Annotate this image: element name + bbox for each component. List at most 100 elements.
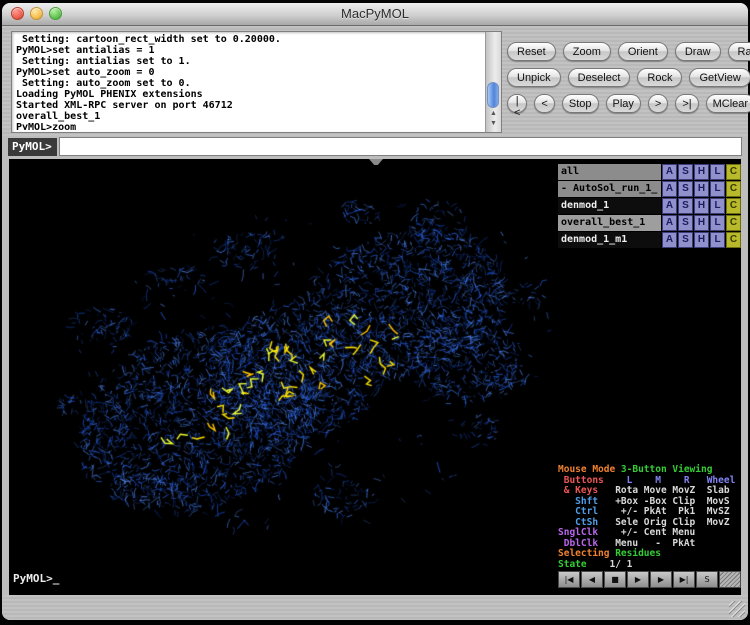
object-name[interactable]: denmod_1_m1 (558, 232, 661, 248)
console-line: Loading PyMOL PHENIX extensions (16, 89, 483, 100)
object-button-c[interactable]: C (726, 232, 741, 248)
close-button[interactable] (11, 7, 24, 20)
movie-rewind-button[interactable]: |◀ (558, 571, 580, 588)
title-bar[interactable]: MacPyMOL (2, 3, 748, 26)
window-title: MacPyMOL (2, 3, 748, 25)
toolbar-button-btn[interactable]: >| (675, 94, 698, 113)
console-scrollbar[interactable]: ▲▼ (485, 32, 501, 132)
mouse-panel-text: Residues (615, 548, 661, 559)
object-button-s[interactable]: S (678, 198, 693, 214)
toolbar-button-play[interactable]: Play (606, 94, 641, 113)
object-name[interactable]: overall_best_1 (558, 215, 661, 231)
object-button-h[interactable]: H (694, 215, 709, 231)
mouse-panel-text: Menu - PkAt (604, 538, 696, 549)
command-input[interactable] (59, 137, 742, 156)
object-row: denmod_1_m1ASHLC (558, 232, 741, 248)
toolbar-button-btn[interactable]: |< (507, 94, 527, 113)
console-line: PyMOL>set auto_zoom = 0 (16, 67, 483, 78)
mouse-panel-text: Sele Orig Clip MovZ (604, 517, 730, 528)
macpymol-window: MacPyMOL Setting: cartoon_rect_width set… (2, 3, 748, 620)
mouse-panel-text: +Box -Box Clip MovS (604, 496, 730, 507)
mouse-panel-text: Selecting (558, 548, 615, 559)
toolbar-button-rock[interactable]: Rock (637, 68, 682, 87)
object-row: - AutoSol_run_1_ASHLC (558, 181, 741, 197)
object-button-l[interactable]: L (710, 164, 725, 180)
object-button-a[interactable]: A (662, 181, 677, 197)
object-button-s[interactable]: S (678, 232, 693, 248)
log-console[interactable]: Setting: cartoon_rect_width set to 0.200… (11, 31, 502, 133)
object-button-a[interactable]: A (662, 198, 677, 214)
toolbar-button-reset[interactable]: Reset (507, 42, 556, 61)
mouse-panel-text: Shft (558, 496, 604, 507)
object-button-a[interactable]: A (662, 215, 677, 231)
resize-grip-icon[interactable] (729, 601, 745, 617)
object-name[interactable]: - AutoSol_run_1_ (558, 181, 661, 197)
toolbar-button-btn[interactable]: > (648, 94, 668, 113)
object-button-s[interactable]: S (678, 215, 693, 231)
object-button-h[interactable]: H (694, 198, 709, 214)
toolbar-button-getview[interactable]: GetView (689, 68, 750, 87)
mouse-panel-text: L M R Wheel (609, 475, 735, 486)
toolbar-button-draw[interactable]: Draw (675, 42, 721, 61)
mouse-panel-text: CtSh (558, 517, 604, 528)
object-button-l[interactable]: L (710, 215, 725, 231)
object-name[interactable]: denmod_1 (558, 198, 661, 214)
toolbar-button-orient[interactable]: Orient (618, 42, 668, 61)
upper-chrome: Setting: cartoon_rect_width set to 0.200… (2, 26, 748, 136)
object-button-l[interactable]: L (710, 181, 725, 197)
viewport-prompt: PyMOL>_ (13, 572, 59, 585)
toolbar-button-deselect[interactable]: Deselect (568, 68, 631, 87)
object-button-a[interactable]: A (662, 164, 677, 180)
movie-play-button[interactable]: ▶ (627, 571, 649, 588)
object-name[interactable]: all (558, 164, 661, 180)
object-button-a[interactable]: A (662, 232, 677, 248)
movie-controls: |◀◀■▶▶▶|S (558, 571, 741, 588)
movie-step-back-button[interactable]: ◀ (581, 571, 603, 588)
object-button-s[interactable]: S (678, 181, 693, 197)
object-button-c[interactable]: C (726, 181, 741, 197)
mouse-panel-text: Buttons (558, 475, 609, 486)
mouse-panel-text: Ctrl (558, 506, 604, 517)
mouse-panel: Mouse Mode 3-Button Viewing Buttons L M … (558, 465, 741, 570)
toolbar-button-zoom[interactable]: Zoom (563, 42, 611, 61)
object-row: overall_best_1ASHLC (558, 215, 741, 231)
scroll-thumb[interactable] (487, 82, 499, 108)
command-prompt-label: PyMOL> (8, 138, 57, 156)
zoom-window-button[interactable] (49, 7, 62, 20)
toolbar-button-stop[interactable]: Stop (562, 94, 599, 113)
object-button-h[interactable]: H (694, 232, 709, 248)
state-indicator[interactable]: State 1/ 1 (558, 560, 741, 571)
mouse-panel-text: Mouse Mode (558, 464, 621, 475)
object-button-c[interactable]: C (726, 215, 741, 231)
object-button-c[interactable]: C (726, 198, 741, 214)
object-button-h[interactable]: H (694, 181, 709, 197)
object-button-h[interactable]: H (694, 164, 709, 180)
movie-step-forward-button[interactable]: ▶ (650, 571, 672, 588)
object-row: denmod_1ASHLC (558, 198, 741, 214)
mouse-panel-text: & Keys (558, 485, 604, 496)
toolbar-button-unpick[interactable]: Unpick (507, 68, 561, 87)
movie-stop-button[interactable]: ■ (604, 571, 626, 588)
object-row: allASHLC (558, 164, 741, 180)
mouse-panel-text: Rota Move MovZ Slab (604, 485, 730, 496)
minimize-button[interactable] (30, 7, 43, 20)
object-button-c[interactable]: C (726, 164, 741, 180)
object-button-l[interactable]: L (710, 232, 725, 248)
console-line: Started XML-RPC server on port 46712 (16, 100, 483, 111)
toolbar-button-mclear[interactable]: MClear (706, 94, 750, 113)
console-text: Setting: cartoon_rect_width set to 0.200… (16, 34, 483, 130)
object-button-l[interactable]: L (710, 198, 725, 214)
movie-s-button[interactable]: S (696, 571, 718, 588)
bottom-chrome (2, 595, 748, 620)
toolbar-button-btn[interactable]: < (534, 94, 554, 113)
viewport-canvas[interactable] (9, 165, 557, 569)
object-button-s[interactable]: S (678, 164, 693, 180)
console-line: Setting: auto_zoom set to 0. (16, 78, 483, 89)
console-line: Setting: antialias set to 1. (16, 56, 483, 67)
panel-grip-icon[interactable] (719, 571, 741, 588)
object-panel: allASHLC- AutoSol_run_1_ASHLCdenmod_1ASH… (558, 164, 741, 248)
mouse-panel-text: 3-Button Viewing (621, 464, 713, 475)
movie-fast-forward-button[interactable]: ▶| (673, 571, 695, 588)
scroll-arrow-icons[interactable]: ▲▼ (486, 109, 501, 131)
toolbar-button-ray[interactable]: Ray (728, 42, 750, 61)
